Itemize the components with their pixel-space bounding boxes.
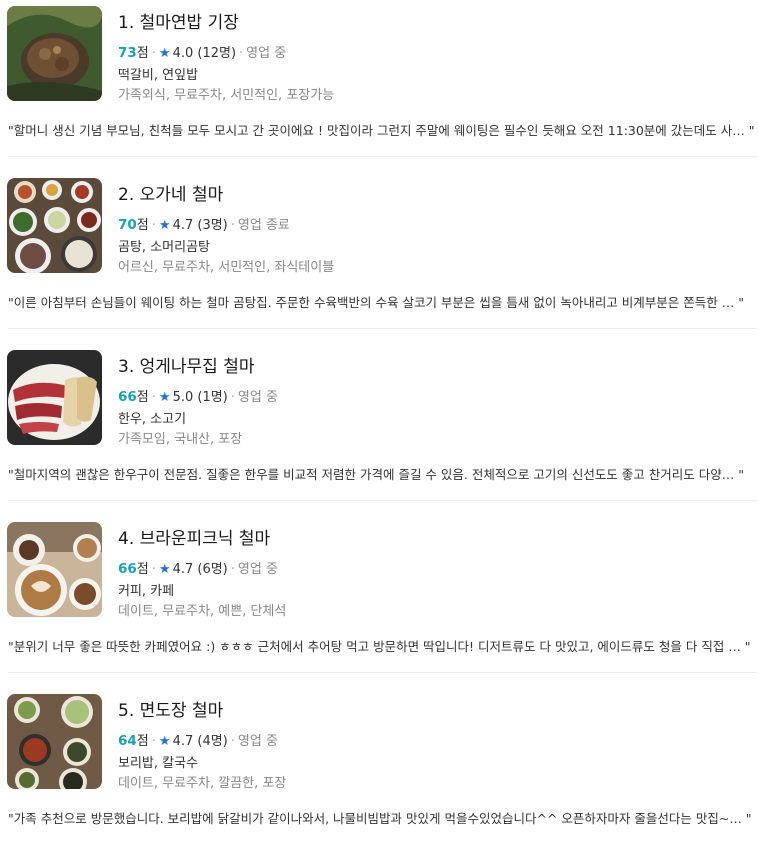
star-icon: ★	[158, 46, 171, 61]
restaurant-meta: 66점 · ★ 5.0 (1명) · 영업 중	[118, 386, 278, 405]
restaurant-category: 보리밥, 칼국수	[118, 756, 199, 771]
score-value: 73	[118, 45, 137, 61]
divider	[8, 500, 756, 501]
restaurant-category: 커피, 카페	[118, 584, 175, 599]
score-unit: 점	[136, 390, 149, 405]
business-status: 영업 종료	[237, 218, 290, 233]
rating-text: 4.0 (12명)	[172, 46, 237, 61]
separator-dot: ·	[230, 390, 235, 405]
separator-dot: ·	[230, 734, 235, 749]
score-value: 66	[118, 389, 137, 405]
restaurant-title[interactable]: 5. 면도장 철마	[118, 696, 223, 721]
list-item[interactable]: 3. 엉게나무집 철마 66점 · ★ 5.0 (1명) · 영업 중 한우, 소고기 가…	[0, 344, 758, 516]
star-icon: ★	[158, 218, 171, 233]
list-item[interactable]: 5. 면도장 철마 64점 · ★ 4.7 (4명) · 영업 중 보리밥, 칼국수 데이…	[0, 688, 758, 860]
restaurant-tags: 가족모임, 국내산, 포장	[118, 432, 243, 447]
restaurant-meta: 66점 · ★ 4.7 (6명) · 영업 중	[118, 558, 278, 577]
restaurant-meta: 64점 · ★ 4.7 (4명) · 영업 중	[118, 730, 278, 749]
star-icon: ★	[158, 734, 171, 749]
divider	[8, 156, 756, 157]
restaurant-category: 곰탕, 소머리곰탕	[118, 240, 210, 255]
business-status: 영업 중	[246, 46, 287, 61]
rating-text: 4.7 (6명)	[172, 562, 228, 577]
star-icon: ★	[158, 562, 171, 577]
separator-dot: ·	[239, 46, 244, 61]
restaurant-title[interactable]: 4. 브라운피크닉 철마	[118, 524, 270, 549]
review-snippet[interactable]: "철마지역의 괜찮은 한우구이 전문점. 질좋은 한우를 비교적 저렴한 가격에…	[8, 464, 756, 483]
score-unit: 점	[136, 734, 149, 749]
divider	[8, 328, 756, 329]
review-snippet[interactable]: "가족 추천으로 방문했습니다. 보리밥에 닭갈비가 같이나와서, 나물비빔밥과…	[8, 808, 756, 827]
separator-dot: ·	[230, 218, 235, 233]
restaurant-meta: 73점 · ★ 4.0 (12명) · 영업 중	[118, 42, 286, 61]
business-status: 영업 중	[237, 562, 278, 577]
restaurant-title[interactable]: 3. 엉게나무집 철마	[118, 352, 255, 377]
restaurant-photo[interactable]	[7, 350, 102, 445]
restaurant-photo[interactable]	[7, 6, 102, 101]
review-snippet[interactable]: "할머니 생신 기념 부모님, 친척들 모두 모시고 간 곳이에요 ! 맛집이라…	[8, 120, 756, 139]
separator-dot: ·	[151, 562, 156, 577]
rating-text: 5.0 (1명)	[172, 390, 228, 405]
restaurant-tags: 데이트, 무료주차, 예쁜, 단체석	[118, 604, 287, 619]
review-snippet[interactable]: "분위기 너무 좋은 따뜻한 카페였어요 :) ㅎㅎㅎ 근처에서 추어탕 먹고 …	[8, 636, 756, 655]
separator-dot: ·	[151, 218, 156, 233]
score-value: 70	[118, 217, 137, 233]
business-status: 영업 중	[237, 734, 278, 749]
separator-dot: ·	[151, 390, 156, 405]
restaurant-category: 떡갈비, 연잎밥	[118, 68, 199, 83]
score-unit: 점	[136, 218, 149, 233]
restaurant-photo[interactable]	[7, 694, 102, 789]
score-unit: 점	[136, 562, 149, 577]
rating-text: 4.7 (3명)	[172, 218, 228, 233]
rating-text: 4.7 (4명)	[172, 734, 228, 749]
separator-dot: ·	[230, 562, 235, 577]
list-item[interactable]: 1. 철마연밥 기장 73점 · ★ 4.0 (12명) · 영업 중 떡갈비, 연잎밥 …	[0, 0, 758, 172]
score-value: 64	[118, 733, 137, 749]
restaurant-photo[interactable]	[7, 178, 102, 273]
divider	[8, 672, 756, 673]
restaurant-category: 한우, 소고기	[118, 412, 187, 427]
restaurant-tags: 어르신, 무료주차, 서민적인, 좌식테이블	[118, 260, 335, 275]
review-snippet[interactable]: "이른 아침부터 손님들이 웨이팅 하는 철마 곰탕집. 주문한 수육백반의 수…	[8, 292, 756, 311]
restaurant-meta: 70점 · ★ 4.7 (3명) · 영업 종료	[118, 214, 290, 233]
list-item[interactable]: 4. 브라운피크닉 철마 66점 · ★ 4.7 (6명) · 영업 중 커피, 카페 데…	[0, 516, 758, 688]
separator-dot: ·	[151, 734, 156, 749]
business-status: 영업 중	[237, 390, 278, 405]
star-icon: ★	[158, 390, 171, 405]
restaurant-tags: 데이트, 무료주차, 깔끔한, 포장	[118, 776, 287, 791]
separator-dot: ·	[151, 46, 156, 61]
restaurant-photo[interactable]	[7, 522, 102, 617]
restaurant-title[interactable]: 1. 철마연밥 기장	[118, 8, 239, 33]
restaurant-title[interactable]: 2. 오가네 철마	[118, 180, 223, 205]
restaurant-tags: 가족외식, 무료주차, 서민적인, 포장가능	[118, 88, 335, 103]
list-item[interactable]: 2. 오가네 철마 70점 · ★ 4.7 (3명) · 영업 종료 곰탕, 소머리곰탕 …	[0, 172, 758, 344]
score-value: 66	[118, 561, 137, 577]
score-unit: 점	[136, 46, 149, 61]
